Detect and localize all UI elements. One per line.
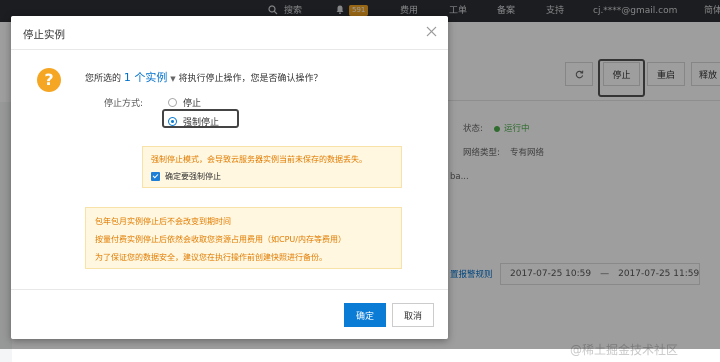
confirm-force-label: 确定要强制停止 [165, 172, 221, 181]
force-warning-text: 强制停止模式，会导致云服务器实例当前未保存的数据丢失。 [151, 155, 367, 164]
prompt-suffix: 将执行停止操作，您是否确认操作？ [178, 74, 323, 84]
confirm-prompt: 您所选的 1 个实例 ▼ 将执行停止操作，您是否确认操作？ [85, 69, 323, 85]
dialog-footer-divider [11, 289, 448, 290]
instance-count-link[interactable]: 1 个实例 [124, 71, 168, 84]
dialog-header-divider [11, 49, 448, 50]
dialog-title: 停止实例 [23, 29, 65, 41]
radio-stop[interactable]: 停止 [168, 96, 201, 109]
force-stop-highlight [162, 109, 239, 128]
note-line: 为了保证您的数据安全，建议您在执行操作前创建快照进行备份。 [95, 253, 327, 262]
confirm-force-checkbox[interactable]: 确定要强制停止 [151, 171, 221, 182]
radio-circle[interactable] [168, 98, 177, 107]
close-icon[interactable] [425, 25, 438, 38]
checkbox-checked-icon[interactable] [151, 172, 160, 181]
billing-notes: 包年包月实例停止后不会改变到期时间 按量付费实例停止后依然会收取您资源占用费用（… [85, 207, 402, 269]
stop-instance-dialog: 停止实例 ? 您所选的 1 个实例 ▼ 将执行停止操作，您是否确认操作？ 停止方… [11, 16, 448, 339]
cancel-button[interactable]: 取消 [392, 303, 434, 327]
note-line: 包年包月实例停止后不会改变到期时间 [95, 217, 231, 226]
stop-mode-label: 停止方式: [104, 99, 144, 109]
confirm-button[interactable]: 确定 [344, 303, 386, 327]
force-stop-warning: 强制停止模式，会导致云服务器实例当前未保存的数据丢失。 确定要强制停止 [142, 146, 402, 188]
radio-stop-label: 停止 [183, 99, 202, 109]
note-line: 按量付费实例停止后依然会收取您资源占用费用（如CPU/内存等费用） [95, 235, 346, 244]
prompt-prefix: 您所选的 [85, 74, 122, 84]
question-icon: ? [37, 68, 61, 92]
chevron-down-icon[interactable]: ▼ [170, 75, 175, 83]
